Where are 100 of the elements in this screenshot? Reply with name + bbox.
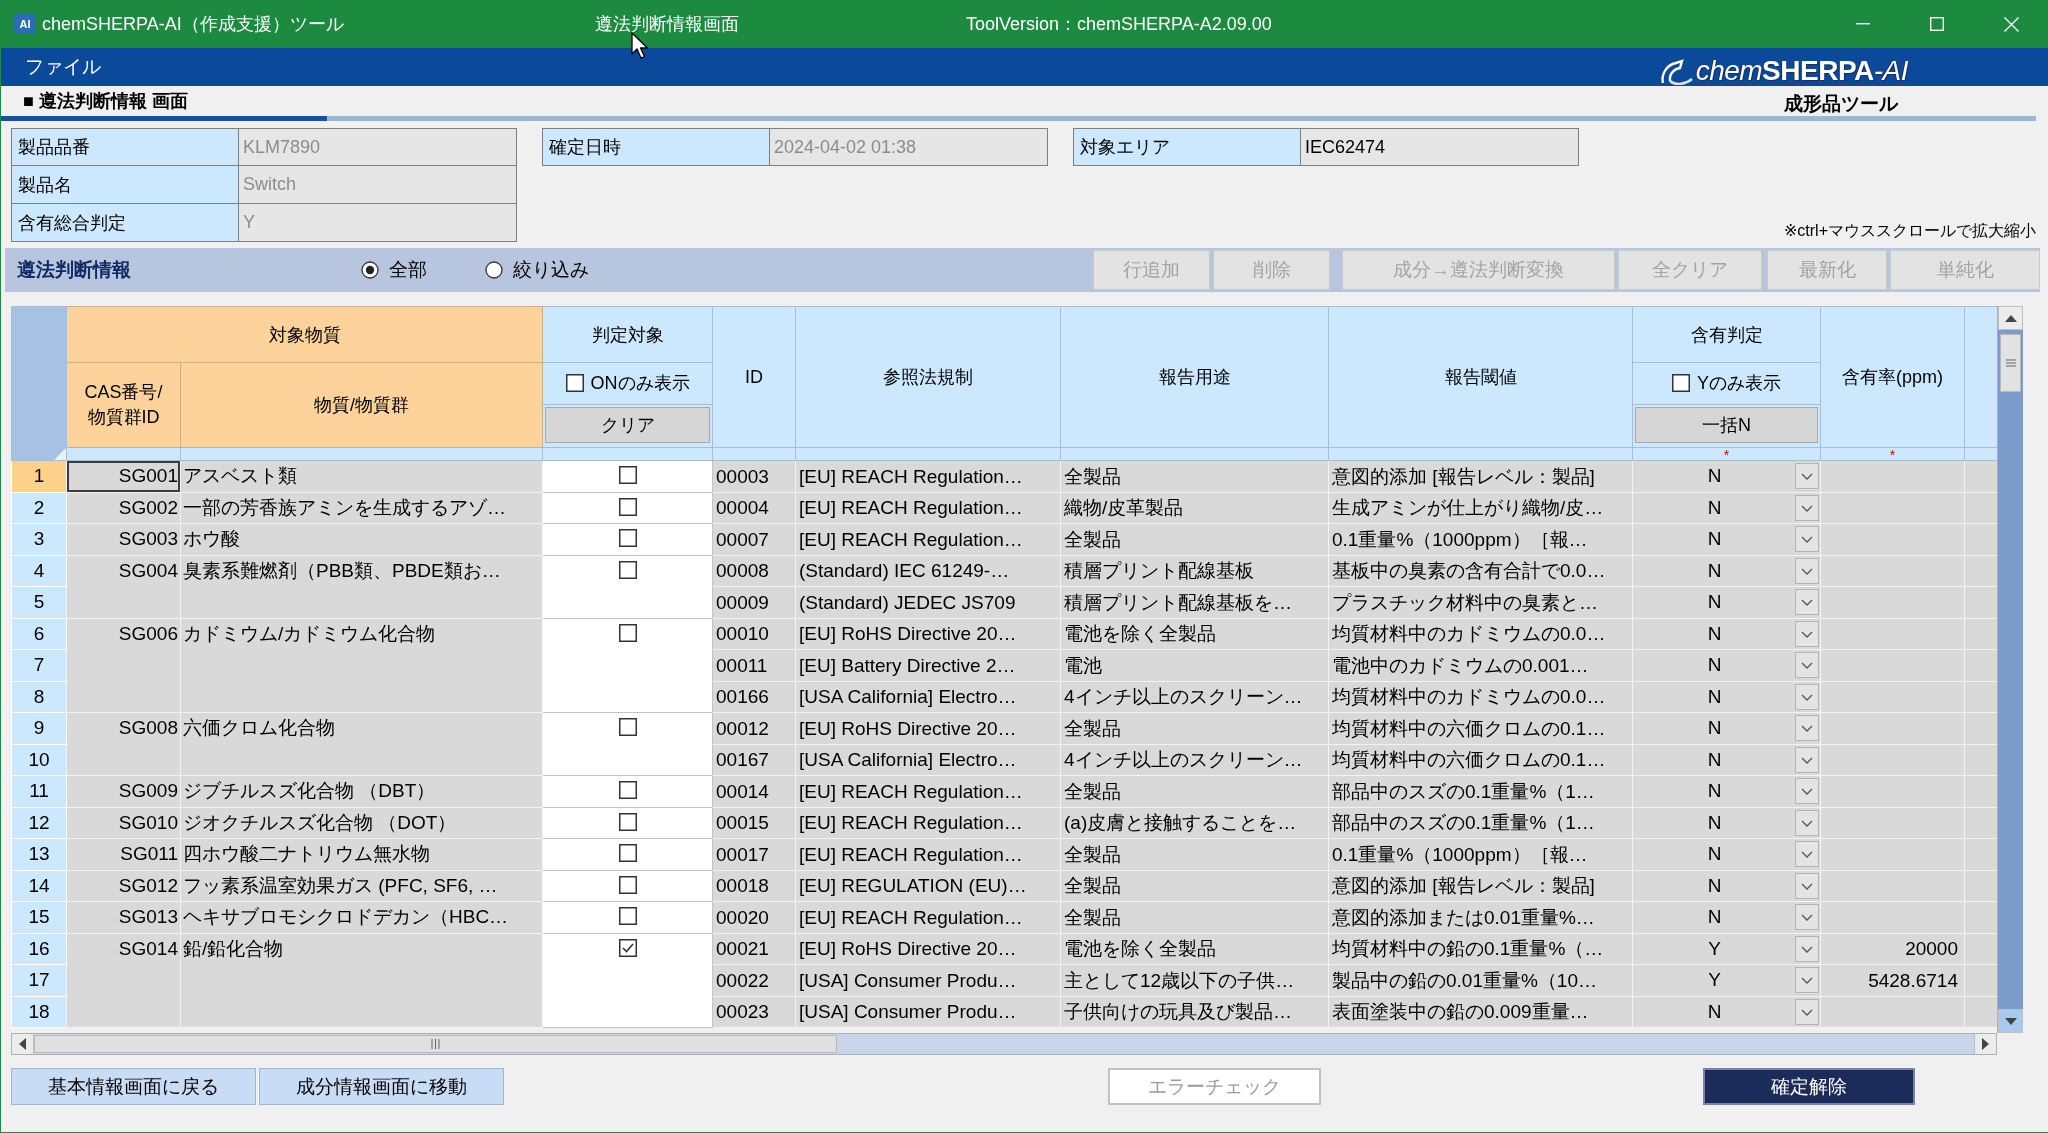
value-field[interactable]: IEC62474	[1301, 128, 1579, 166]
table-cell: 00017	[712, 838, 796, 870]
footer-button[interactable]: 基本情報画面に戻る	[11, 1068, 256, 1105]
table-cell: [USA California] Electro…	[795, 744, 1061, 776]
table-cell: 均質材料中の六価クロムの0.1…	[1328, 744, 1633, 776]
caret-icon[interactable]	[1795, 967, 1819, 994]
screen-title: 遵法判断情報画面	[595, 13, 739, 36]
grip-icon	[431, 1039, 440, 1049]
triangle-icon	[54, 448, 66, 460]
row-header[interactable]: 4	[11, 555, 67, 587]
table-cell: SG006	[66, 618, 181, 713]
caret-icon[interactable]	[1795, 526, 1819, 553]
row-header[interactable]: 14	[11, 870, 67, 902]
caret-icon[interactable]	[1795, 809, 1819, 836]
radio-option[interactable]: 全部	[361, 257, 427, 283]
caret-icon[interactable]	[1795, 652, 1819, 679]
caret-icon[interactable]	[1795, 904, 1819, 931]
grip-icon	[2005, 359, 2016, 367]
row-header[interactable]: 11	[11, 775, 67, 807]
menu-item[interactable]: ファイル	[25, 54, 101, 80]
caret-icon[interactable]	[1795, 620, 1819, 647]
caret-icon[interactable]	[1795, 935, 1819, 962]
table-cell: プラスチック材料中の臭素と…	[1328, 586, 1633, 618]
checkbox-icon[interactable]	[618, 718, 637, 736]
bulk-set-button[interactable]: 一括N	[1635, 407, 1818, 443]
row-header[interactable]: 2	[11, 492, 67, 524]
row-header[interactable]: 3	[11, 523, 67, 555]
select-all-corner[interactable]	[11, 306, 67, 461]
row-header[interactable]: 7	[11, 649, 67, 681]
field-label: 確定日時	[542, 128, 770, 166]
scroll-up-button[interactable]	[1998, 306, 2023, 330]
caret-icon[interactable]	[1795, 589, 1819, 616]
checkbox-icon[interactable]	[618, 623, 637, 642]
table-cell: [EU] RoHS Directive 20…	[795, 712, 1061, 744]
checkbox-icon[interactable]	[565, 373, 584, 392]
scroll-right-button[interactable]	[1974, 1034, 1996, 1054]
field-label: 対象エリア	[1073, 128, 1301, 166]
table-cell: (a)皮膚と接触することを…	[1060, 807, 1329, 839]
caret-icon[interactable]	[1795, 557, 1819, 584]
row-header[interactable]: 6	[11, 618, 67, 650]
radio-option[interactable]: 絞り込み	[485, 257, 589, 283]
caret-icon[interactable]	[1795, 715, 1819, 742]
row-header[interactable]: 16	[11, 933, 67, 965]
checkbox-icon[interactable]	[618, 529, 637, 547]
radio-icon[interactable]	[485, 261, 503, 279]
horizontal-scrollbar[interactable]	[11, 1033, 1997, 1055]
row-header[interactable]: 9	[11, 712, 67, 744]
row-header[interactable]: 5	[11, 586, 67, 618]
checkbox-icon[interactable]	[618, 560, 637, 579]
caret-icon[interactable]	[1795, 841, 1819, 868]
table-cell: ヘキサブロモシクロドデカン（HBC…	[180, 901, 543, 933]
table-cell: 四ホウ酸二ナトリウム無水物	[180, 838, 543, 870]
table-cell: 部品中のスズの0.1重量%（1…	[1328, 807, 1633, 839]
down-arrow-icon	[2004, 1017, 2017, 1025]
table-cell: 生成アミンが仕上がり織物/皮…	[1328, 492, 1633, 524]
scroll-left-button[interactable]	[12, 1034, 34, 1054]
checkbox-icon[interactable]	[618, 781, 637, 799]
checkbox-icon[interactable]	[618, 812, 637, 831]
caret-icon[interactable]	[1795, 778, 1819, 805]
footer-button[interactable]: 成分情報画面に移動	[259, 1068, 504, 1105]
caret-icon[interactable]	[1795, 998, 1819, 1025]
column-header: 報告閾値	[1328, 306, 1633, 448]
checkbox-icon[interactable]	[618, 875, 637, 894]
vertical-scrollbar[interactable]	[1997, 306, 2023, 1033]
table-cell: 意図的添加 [報告レベル：製品]	[1328, 870, 1633, 902]
scroll-down-button[interactable]	[1998, 1009, 2023, 1033]
checkbox-icon[interactable]	[1672, 373, 1690, 392]
row-header[interactable]: 8	[11, 681, 67, 713]
checkbox-icon[interactable]	[618, 844, 637, 862]
checkbox-icon[interactable]	[618, 907, 637, 925]
checkbox-icon[interactable]	[618, 497, 637, 516]
row-header[interactable]: 13	[11, 838, 67, 870]
table-cell: (Standard) JEDEC JS709	[795, 586, 1061, 618]
row-header[interactable]: 18	[11, 996, 67, 1028]
caret-icon[interactable]	[1795, 494, 1819, 521]
tool-subtitle: 成形品ツール	[1784, 92, 1898, 116]
caret-icon[interactable]	[1795, 746, 1819, 773]
checkbox-icon[interactable]	[618, 938, 637, 957]
row-header[interactable]: 10	[11, 744, 67, 776]
caret-icon[interactable]	[1795, 683, 1819, 710]
checkbox-icon[interactable]	[618, 466, 637, 484]
scrollbar-thumb[interactable]	[2000, 334, 2021, 392]
row-header[interactable]: 12	[11, 807, 67, 839]
table-cell: [EU] REACH Regulation…	[795, 775, 1061, 807]
clear-button[interactable]: クリア	[545, 407, 710, 443]
row-header[interactable]: 1	[11, 460, 67, 492]
column-header: CAS番号/物質群ID	[66, 362, 181, 448]
caret-icon[interactable]	[1795, 463, 1819, 490]
caret-icon[interactable]	[1795, 872, 1819, 899]
table-cell: 00012	[712, 712, 796, 744]
window-title: chemSHERPA-AI（作成支援）ツール	[42, 13, 344, 36]
row-header[interactable]: 15	[11, 901, 67, 933]
table-cell: 全製品	[1060, 460, 1329, 492]
table-cell: 製品中の鉛の0.01重量%（10…	[1328, 964, 1633, 996]
app-logo: AI	[14, 14, 36, 34]
scrollbar-thumb[interactable]	[34, 1035, 837, 1053]
column-header: 判定対象	[542, 306, 713, 363]
radio-icon[interactable]	[361, 261, 379, 279]
row-header[interactable]: 17	[11, 964, 67, 996]
footer-button[interactable]: 確定解除	[1703, 1068, 1915, 1105]
